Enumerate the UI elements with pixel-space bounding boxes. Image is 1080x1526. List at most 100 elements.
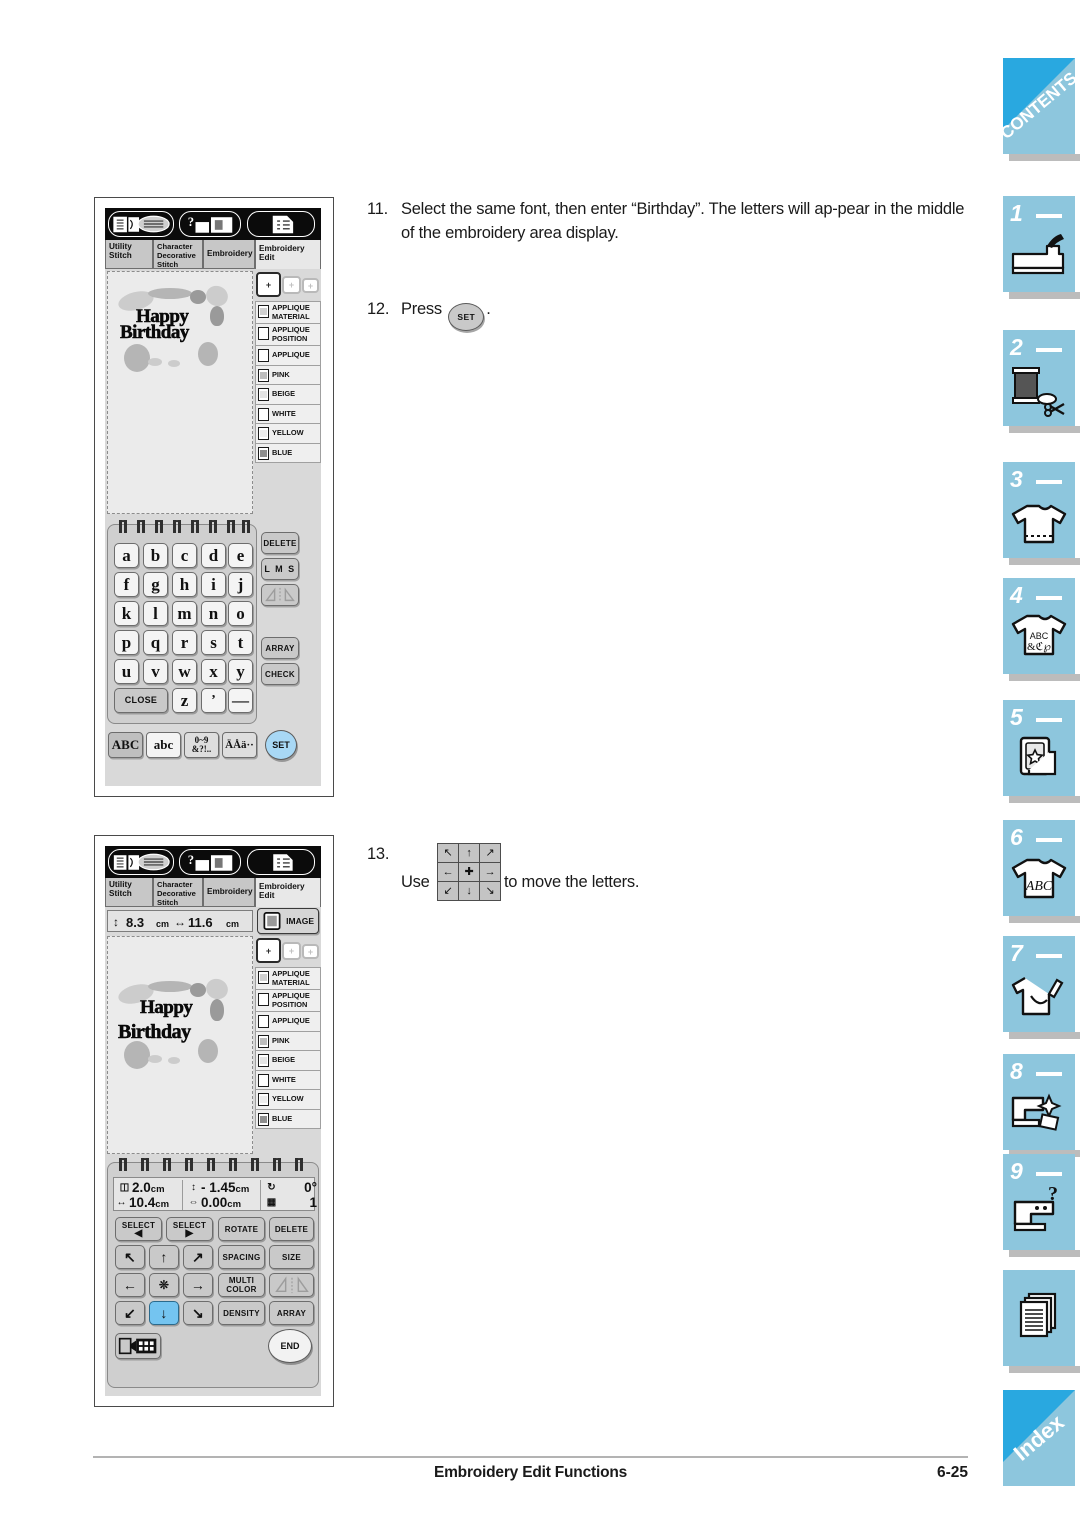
size-button[interactable]: SIZE xyxy=(269,1245,314,1269)
embroidery-preview[interactable]: Happy Birthday xyxy=(107,271,253,514)
key-dash[interactable]: — xyxy=(228,688,253,713)
pattern-palette-button[interactable] xyxy=(115,1333,161,1359)
color-row[interactable]: WHITE xyxy=(255,1069,321,1090)
key-o[interactable]: o xyxy=(228,601,253,626)
key-x[interactable]: x xyxy=(201,659,226,684)
thumb-tab-appendix[interactable] xyxy=(1003,1270,1080,1373)
color-row[interactable]: YELLOW xyxy=(255,423,321,443)
hoop-large-icon[interactable]: + xyxy=(256,938,281,963)
thumb-tab-9[interactable]: 9 ? xyxy=(1003,1154,1080,1257)
arrow-pad-glyph[interactable]: ↖ ↑ ↗ ← ✚ → ↙ ↓ ↘ xyxy=(436,843,501,901)
end-button[interactable]: END xyxy=(268,1329,312,1363)
arrow-left-icon[interactable]: ← xyxy=(436,862,459,882)
color-row[interactable]: PINK xyxy=(255,1030,321,1051)
close-button[interactable]: CLOSE xyxy=(114,688,168,713)
tab-embroidery[interactable]: Embroidery xyxy=(203,878,255,907)
arrow-up-right-icon[interactable]: ↗ xyxy=(478,843,501,863)
key-s[interactable]: s xyxy=(201,630,226,655)
color-row[interactable]: APPLIQUE MATERIAL xyxy=(255,967,321,989)
tab-embroidery-edit[interactable]: Embroidery Edit xyxy=(255,240,321,269)
mode-tab-accented[interactable]: ÄÅä·· xyxy=(222,732,257,758)
key-i[interactable]: i xyxy=(201,572,226,597)
mode-tab-lowercase[interactable]: abc xyxy=(146,732,181,758)
move-up-right-button[interactable]: ↗ xyxy=(183,1245,213,1269)
key-v[interactable]: v xyxy=(143,659,168,684)
hoop-medium-icon[interactable]: + xyxy=(282,276,301,294)
thumb-tab-6[interactable]: 6 ABC xyxy=(1003,820,1080,923)
color-row[interactable]: WHITE xyxy=(255,403,321,424)
key-q[interactable]: q xyxy=(143,630,168,655)
color-row[interactable]: APPLIQUE MATERIAL xyxy=(255,301,321,323)
tab-embroidery[interactable]: Embroidery xyxy=(203,240,255,269)
key-k[interactable]: k xyxy=(114,601,139,626)
key-j[interactable]: j xyxy=(228,572,253,597)
thumb-tab-4[interactable]: 4 ABC &ℭ℘ xyxy=(1003,578,1080,681)
hoop-small-icon[interactable]: + xyxy=(302,278,319,293)
mirror-button[interactable] xyxy=(269,1273,314,1297)
key-l[interactable]: l xyxy=(143,601,168,626)
thumb-tab-3[interactable]: 3 xyxy=(1003,462,1080,565)
color-row[interactable]: BLUE xyxy=(255,442,321,463)
color-row[interactable]: BLUE xyxy=(255,1108,321,1129)
color-row[interactable]: APPLIQUE xyxy=(255,1011,321,1031)
select-next-button[interactable]: SELECT ▶ xyxy=(166,1217,213,1241)
move-down-left-button[interactable]: ↙ xyxy=(115,1301,145,1325)
arrow-right-icon[interactable]: → xyxy=(478,862,501,882)
move-right-button[interactable]: → xyxy=(183,1273,213,1297)
key-z[interactable]: z xyxy=(172,688,197,713)
center-icon[interactable]: ✚ xyxy=(457,862,480,882)
color-row[interactable]: APPLIQUE xyxy=(255,345,321,365)
spacing-button[interactable]: SPACING xyxy=(218,1245,265,1269)
stitch-chart-icon[interactable] xyxy=(108,849,174,875)
tab-embroidery-edit[interactable]: Embroidery Edit xyxy=(255,878,321,907)
delete-key[interactable]: DELETE xyxy=(261,532,299,554)
thumb-tab-index[interactable]: Index xyxy=(1003,1390,1075,1486)
array-button[interactable]: ARRAY xyxy=(269,1301,314,1325)
set-button[interactable]: SET xyxy=(265,730,297,760)
stitch-chart-icon[interactable] xyxy=(108,211,174,237)
tab-character-decorative-stitch[interactable]: Character Decorative Stitch xyxy=(153,878,203,907)
set-button-glyph[interactable]: SET xyxy=(448,303,485,331)
settings-list-icon[interactable] xyxy=(247,211,315,237)
move-center-button[interactable]: ❊ xyxy=(149,1273,179,1297)
key-t[interactable]: t xyxy=(228,630,253,655)
move-down-right-button[interactable]: ↘ xyxy=(183,1301,213,1325)
key-e[interactable]: e xyxy=(228,543,253,568)
key-apostrophe[interactable]: ’ xyxy=(201,688,226,713)
move-left-button[interactable]: ← xyxy=(115,1273,145,1297)
arrow-down-icon[interactable]: ↓ xyxy=(457,881,480,901)
density-button[interactable]: DENSITY xyxy=(218,1301,265,1325)
move-up-left-button[interactable]: ↖ xyxy=(115,1245,145,1269)
color-row[interactable]: APPLIQUE POSITION xyxy=(255,989,321,1011)
key-a[interactable]: a xyxy=(114,543,139,568)
embroidery-preview[interactable]: Happy Birthday xyxy=(107,936,253,1154)
key-p[interactable]: p xyxy=(114,630,139,655)
key-b[interactable]: b xyxy=(143,543,168,568)
key-r[interactable]: r xyxy=(172,630,197,655)
machine-help-icon[interactable]: ? xyxy=(179,849,241,875)
thumb-tab-8[interactable]: 8 xyxy=(1003,1054,1080,1157)
color-row[interactable]: APPLIQUE POSITION xyxy=(255,323,321,345)
move-up-button[interactable]: ↑ xyxy=(149,1245,179,1269)
key-h[interactable]: h xyxy=(172,572,197,597)
key-m[interactable]: m xyxy=(172,601,197,626)
thumb-tab-5[interactable]: 5 xyxy=(1003,700,1080,803)
thumb-tab-7[interactable]: 7 xyxy=(1003,936,1080,1039)
settings-list-icon[interactable] xyxy=(247,849,315,875)
key-n[interactable]: n xyxy=(201,601,226,626)
hoop-medium-icon[interactable]: + xyxy=(282,942,301,960)
mirror-key[interactable] xyxy=(261,584,299,606)
key-f[interactable]: f xyxy=(114,572,139,597)
rotate-button[interactable]: ROTATE xyxy=(218,1217,265,1241)
check-key[interactable]: CHECK xyxy=(261,663,299,685)
thumb-tab-contents[interactable]: CONTENTS xyxy=(997,58,1080,161)
image-button[interactable]: IMAGE xyxy=(257,908,319,934)
color-row[interactable]: BEIGE xyxy=(255,384,321,404)
key-y[interactable]: y xyxy=(228,659,253,684)
thumb-tab-1[interactable]: 1 xyxy=(1003,196,1080,299)
color-row[interactable]: YELLOW xyxy=(255,1089,321,1109)
thumb-tab-2[interactable]: 2 xyxy=(1003,330,1080,433)
tab-utility-stitch[interactable]: Utility Stitch xyxy=(105,240,153,269)
array-key[interactable]: ARRAY xyxy=(261,637,299,659)
size-lms-key[interactable]: L M S xyxy=(261,558,299,580)
